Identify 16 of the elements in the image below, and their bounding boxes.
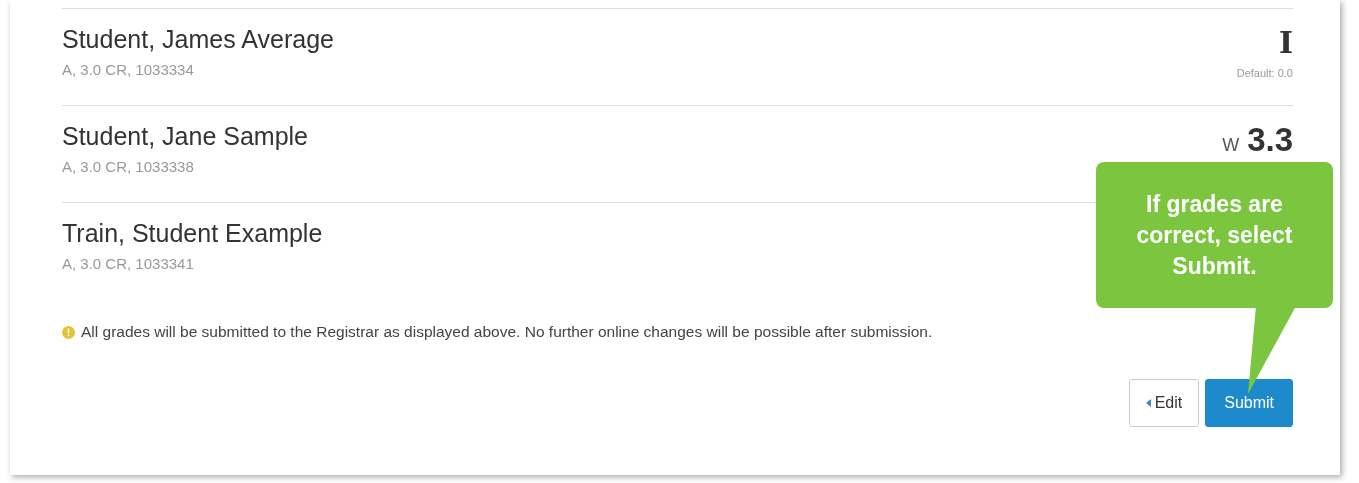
- caret-icon: [1145, 399, 1151, 407]
- submit-button[interactable]: Submit: [1205, 379, 1293, 427]
- student-name: Train, Student Example: [62, 218, 323, 249]
- grade-value: I: [1278, 24, 1293, 62]
- grade-value: 3.3: [1247, 120, 1293, 160]
- student-name: Student, Jane Sample: [62, 121, 308, 152]
- grade-prefix: W: [1222, 135, 1240, 156]
- student-details: A, 3.0 CR, 1033341: [62, 255, 195, 272]
- grade-note: Default: 0.0: [1236, 67, 1293, 79]
- edit-button[interactable]: Edit: [1128, 379, 1200, 427]
- notice-text: All grades will be submitted to the Registrar as displayed above. No further online changes will be possible after submission.: [81, 323, 933, 341]
- student-name: Student, James Average: [62, 24, 334, 55]
- student-details: A, 3.0 CR, 1033334: [62, 61, 195, 78]
- student-details: A, 3.0 CR, 1033338: [62, 158, 195, 175]
- callout-text: If grades are correct, select Submit.: [1135, 189, 1294, 281]
- warning-icon: [62, 325, 75, 339]
